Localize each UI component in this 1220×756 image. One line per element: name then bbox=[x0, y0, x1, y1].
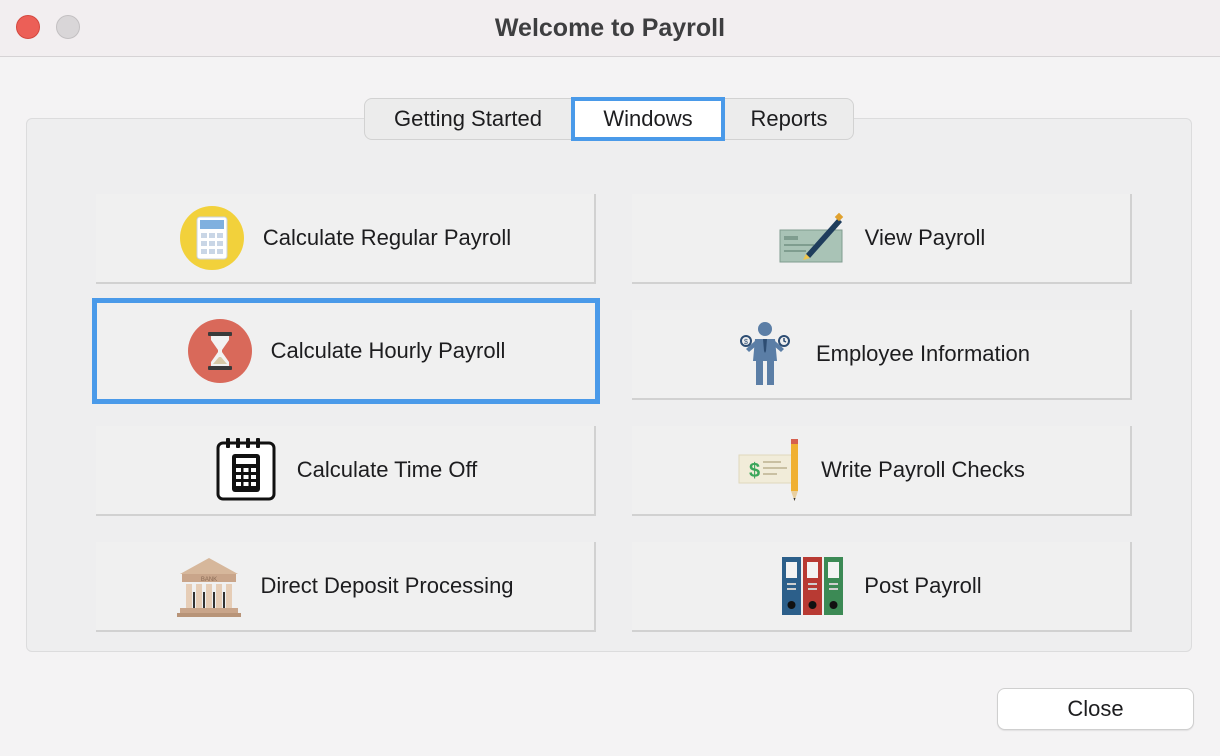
tile-label: Write Payroll Checks bbox=[821, 457, 1025, 482]
tile-label: Post Payroll bbox=[864, 573, 982, 598]
tab-bar: Getting Started Windows Reports bbox=[364, 97, 854, 141]
tab-getting-started[interactable]: Getting Started bbox=[365, 99, 571, 139]
write-payroll-checks-button[interactable]: $ Write Payroll Checks bbox=[632, 426, 1132, 516]
direct-deposit-processing-button[interactable]: BANK Direct Deposit Processing bbox=[96, 542, 596, 632]
tile-label: Employee Information bbox=[816, 341, 1030, 366]
employee-information-button[interactable]: $ Employee Information bbox=[632, 310, 1132, 400]
bank-icon: BANK bbox=[176, 553, 242, 619]
calculator-icon bbox=[179, 205, 245, 271]
tile-label: Direct Deposit Processing bbox=[260, 573, 514, 598]
binders-icon bbox=[780, 553, 846, 619]
check-pencil-icon: $ bbox=[737, 437, 803, 503]
svg-text:$: $ bbox=[744, 339, 748, 346]
tile-label: Calculate Hourly Payroll bbox=[270, 338, 506, 363]
close-button[interactable]: Close bbox=[997, 688, 1194, 730]
svg-text:$: $ bbox=[749, 460, 760, 482]
post-payroll-button[interactable]: Post Payroll bbox=[632, 542, 1132, 632]
calculate-regular-payroll-button[interactable]: Calculate Regular Payroll bbox=[96, 194, 596, 284]
tile-label: Calculate Regular Payroll bbox=[262, 225, 512, 250]
employee-icon: $ bbox=[732, 321, 798, 387]
calculate-hourly-payroll-button[interactable]: Calculate Hourly Payroll bbox=[92, 298, 600, 404]
check-pen-icon bbox=[777, 205, 847, 271]
svg-text:BANK: BANK bbox=[201, 577, 217, 583]
tab-windows[interactable]: Windows bbox=[571, 97, 725, 141]
hourglass-icon bbox=[187, 318, 253, 384]
view-payroll-button[interactable]: View Payroll bbox=[632, 194, 1132, 284]
title-bar: Welcome to Payroll bbox=[0, 0, 1220, 57]
tile-label: View Payroll bbox=[864, 225, 986, 250]
window-title: Welcome to Payroll bbox=[494, 14, 726, 42]
tab-reports[interactable]: Reports bbox=[725, 99, 853, 139]
tile-label: Calculate Time Off bbox=[296, 457, 478, 482]
calculate-time-off-button[interactable]: Calculate Time Off bbox=[96, 426, 596, 516]
calendar-calculator-icon bbox=[213, 437, 279, 503]
